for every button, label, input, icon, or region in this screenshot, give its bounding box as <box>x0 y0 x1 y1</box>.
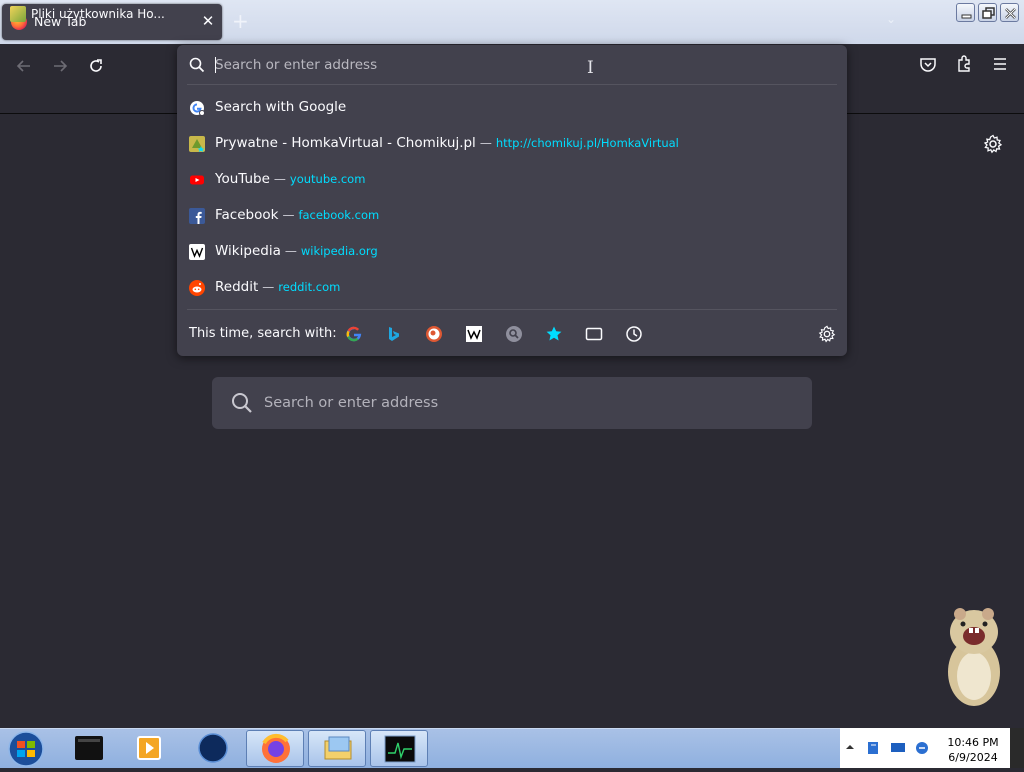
display-icon[interactable] <box>890 740 906 756</box>
reload-button[interactable] <box>84 54 108 78</box>
urlbar[interactable]: I <box>177 45 847 85</box>
result-separator: — <box>273 172 286 186</box>
result-separator: — <box>282 208 295 222</box>
close-icon <box>1005 8 1016 19</box>
result-url: youtube.com <box>289 172 366 186</box>
facebook-icon <box>189 208 205 224</box>
result-url: reddit.com <box>278 280 341 294</box>
list-all-tabs-button[interactable]: ⌄ <box>886 12 896 26</box>
minimize-icon <box>961 14 972 19</box>
wikipedia-icon[interactable] <box>465 325 483 343</box>
extensions-button[interactable] <box>952 52 976 76</box>
youtube-icon <box>190 175 204 185</box>
content-search-box[interactable] <box>212 377 812 429</box>
terminal-app-icon <box>75 736 103 760</box>
app-menu-button[interactable] <box>988 52 1012 76</box>
task-monitor-icon <box>384 735 416 763</box>
result-title: Prywatne - HomkaVirtual - Chomikuj.pl <box>215 135 476 151</box>
content-search-input[interactable] <box>264 391 794 415</box>
result-title: Wikipedia <box>215 243 281 259</box>
text-cursor-icon: I <box>587 58 594 78</box>
google-search-icon <box>190 101 205 116</box>
restore-button[interactable] <box>978 3 997 22</box>
show-desktop-button[interactable] <box>1010 728 1024 768</box>
new-tab-button[interactable]: + <box>232 10 249 32</box>
hamburger-menu-icon <box>994 58 1006 70</box>
forward-button[interactable] <box>48 54 72 78</box>
close-window-button[interactable] <box>1000 3 1019 22</box>
gear-icon <box>983 134 1003 154</box>
result-separator: — <box>284 244 297 258</box>
result-title: Facebook <box>215 207 279 223</box>
result-title: Search with Google <box>215 99 347 115</box>
address-input[interactable] <box>215 54 775 76</box>
tab-close-button[interactable]: ✕ <box>198 11 218 31</box>
result-url: facebook.com <box>298 208 380 222</box>
restore-icon <box>982 7 995 19</box>
forward-arrow-icon <box>54 60 68 72</box>
divider <box>187 84 837 85</box>
minimize-button[interactable] <box>956 3 975 22</box>
result-url: http://chomikuj.pl/HomkaVirtual <box>495 136 679 150</box>
search-settings-gear-icon[interactable] <box>818 325 836 343</box>
file-explorer-icon <box>324 736 352 760</box>
history-clock-icon[interactable] <box>625 325 643 343</box>
bookmark-label: Pliki użytkownika Ho... <box>31 7 165 21</box>
back-arrow-icon <box>16 60 30 72</box>
clock-time: 10:46 PM <box>947 736 999 749</box>
bookmark-favicon <box>189 136 205 152</box>
bookmark-item[interactable]: Pliki użytkownika Ho... <box>10 3 165 25</box>
result-reddit[interactable]: Reddit — reddit.com <box>177 270 847 306</box>
result-url: wikipedia.org <box>300 244 378 258</box>
taskbar-app-firefox[interactable] <box>246 730 304 767</box>
extensions-icon <box>958 55 970 72</box>
result-chomikuj[interactable]: Prywatne - HomkaVirtual - Chomikuj.pl — ht… <box>177 126 847 162</box>
newtab-settings-button[interactable] <box>983 134 1003 158</box>
taskbar-app-terminal[interactable] <box>60 730 118 767</box>
text-caret <box>215 57 216 73</box>
tabs-icon[interactable] <box>585 325 603 343</box>
network-icon[interactable] <box>866 740 882 756</box>
pocket-icon <box>920 58 936 72</box>
duckduckgo-icon[interactable] <box>425 325 443 343</box>
one-off-label: This time, search with: <box>189 326 337 341</box>
search-engine-icon[interactable] <box>505 325 523 343</box>
taskbar-clock[interactable]: 10:46 PM 6/9/2024 <box>935 735 1011 765</box>
clock-date: 6/9/2024 <box>948 751 998 764</box>
show-hidden-icons-button[interactable] <box>845 742 855 752</box>
google-icon[interactable] <box>345 325 363 343</box>
result-facebook[interactable]: Facebook — facebook.com <box>177 198 847 234</box>
back-button[interactable] <box>12 54 36 78</box>
result-title: YouTube <box>215 171 270 187</box>
bing-icon[interactable] <box>385 325 403 343</box>
result-search-google[interactable]: Search with Google <box>177 90 847 126</box>
firefox-icon <box>262 733 290 763</box>
result-youtube[interactable]: YouTube — youtube.com <box>177 162 847 198</box>
bookmarks-star-icon[interactable] <box>545 325 563 343</box>
start-button[interactable] <box>4 730 48 768</box>
search-icon <box>189 57 205 73</box>
taskbar-app-globe[interactable] <box>184 730 242 767</box>
reload-icon <box>90 59 102 72</box>
one-off-search-buttons: This time, search with: <box>177 313 847 356</box>
taskbar-app-monitor[interactable] <box>370 730 428 767</box>
search-icon <box>232 393 252 413</box>
result-wikipedia[interactable]: Wikipedia — wikipedia.org <box>177 234 847 270</box>
urlbar-popup: I Search with Google Prywatne - HomkaVir… <box>177 45 847 356</box>
result-separator: — <box>262 280 275 294</box>
wikipedia-icon <box>189 244 205 260</box>
result-separator: — <box>479 136 492 150</box>
divider <box>187 309 837 310</box>
volume-icon[interactable] <box>914 740 930 756</box>
globe-app-icon <box>198 733 228 763</box>
result-title: Reddit <box>215 279 259 295</box>
pocket-button[interactable] <box>916 52 940 76</box>
taskbar-app-media[interactable] <box>120 730 178 767</box>
taskbar-app-explorer[interactable] <box>308 730 366 767</box>
bookmark-favicon <box>10 6 26 22</box>
hamster-mascot-image <box>948 608 1000 706</box>
reddit-icon <box>189 280 205 296</box>
media-player-icon <box>137 736 161 760</box>
